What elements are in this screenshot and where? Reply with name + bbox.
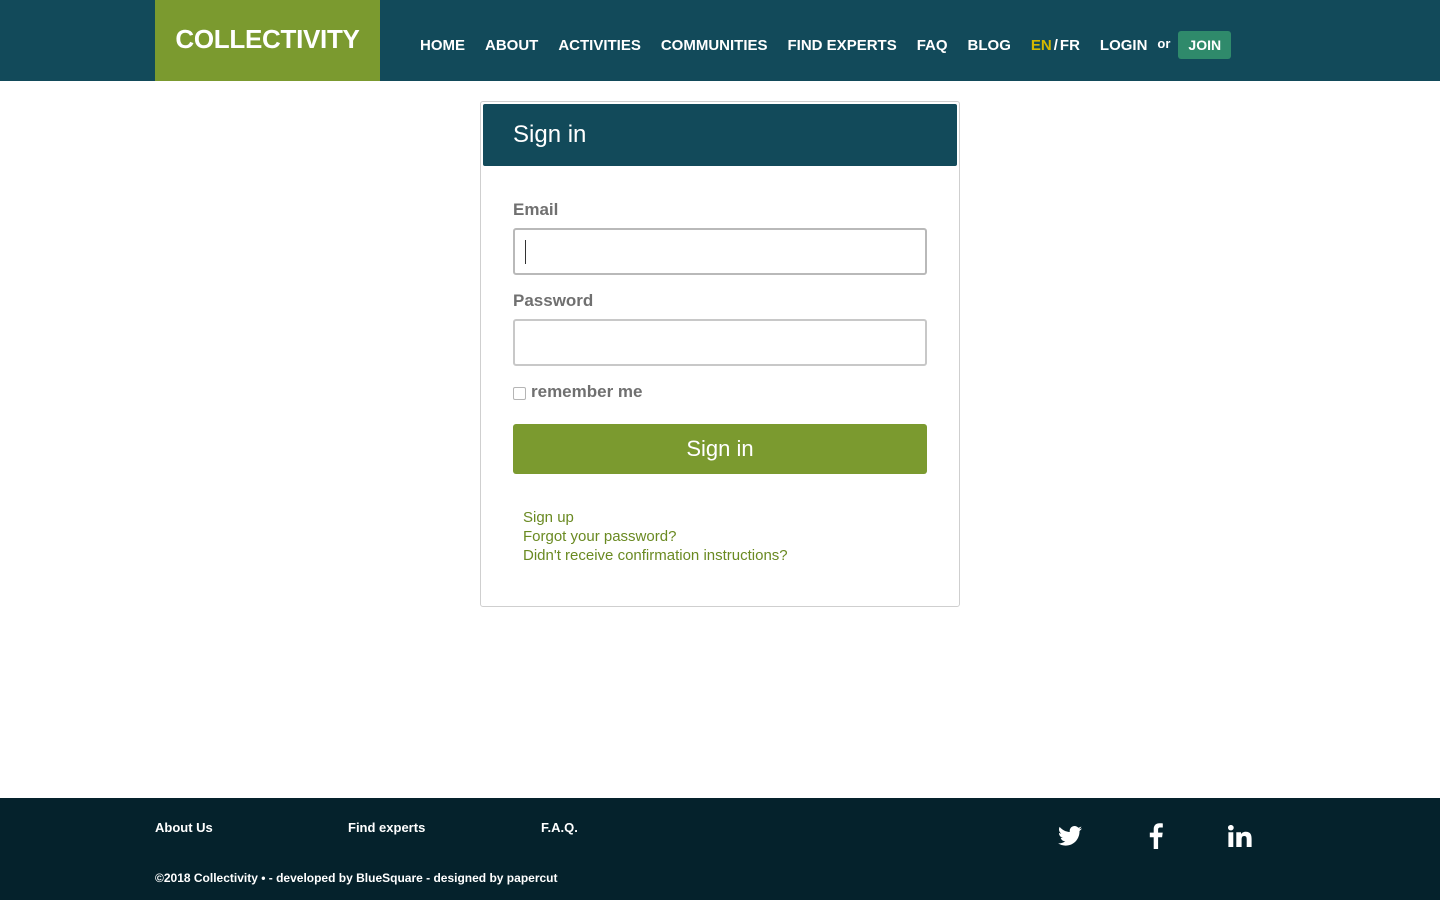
- signin-card: Sign in Email Password remember me Sign …: [480, 101, 960, 607]
- facebook-icon[interactable]: [1142, 822, 1170, 850]
- confirmation-instructions-link[interactable]: Didn't receive confirmation instructions…: [523, 546, 788, 565]
- language-switcher: EN / FR: [1031, 37, 1080, 54]
- linkedin-icon[interactable]: [1226, 822, 1254, 850]
- lang-en-link[interactable]: EN: [1031, 37, 1052, 54]
- email-field[interactable]: [513, 228, 927, 275]
- email-label: Email: [513, 200, 559, 219]
- or-text: or: [1157, 35, 1171, 51]
- signin-button[interactable]: Sign in: [513, 424, 927, 474]
- nav-about-link[interactable]: ABOUT: [485, 37, 538, 54]
- copyright-text: ©2018 Collectivity • - developed by Blue…: [155, 871, 558, 885]
- remember-me-label[interactable]: remember me: [531, 382, 643, 402]
- remember-me-checkbox[interactable]: [513, 387, 526, 400]
- top-navbar: COLLECTIVITY HOME ABOUT ACTIVITIES COMMU…: [0, 0, 1440, 81]
- footer-faq-link[interactable]: F.A.Q.: [541, 820, 578, 835]
- nav-find-experts-link[interactable]: FIND EXPERTS: [788, 37, 897, 54]
- login-link[interactable]: LOGIN: [1100, 37, 1148, 54]
- nav-home-link[interactable]: HOME: [420, 37, 465, 54]
- footer-about-link[interactable]: About Us: [155, 820, 213, 835]
- forgot-password-link[interactable]: Forgot your password?: [523, 527, 788, 546]
- main-nav: HOME ABOUT ACTIVITIES COMMUNITIES FIND E…: [410, 30, 1232, 60]
- lang-separator: /: [1053, 36, 1058, 54]
- nav-blog-link[interactable]: BLOG: [968, 37, 1011, 54]
- footer: About Us Find experts F.A.Q. ©2018 Colle…: [0, 798, 1440, 900]
- signup-link[interactable]: Sign up: [523, 508, 788, 527]
- twitter-icon[interactable]: [1056, 822, 1084, 850]
- site-logo[interactable]: COLLECTIVITY: [155, 0, 380, 81]
- nav-faq-link[interactable]: FAQ: [917, 37, 948, 54]
- password-field[interactable]: [513, 319, 927, 366]
- nav-activities-link[interactable]: ACTIVITIES: [558, 37, 641, 54]
- lang-fr-link[interactable]: FR: [1060, 37, 1080, 54]
- footer-find-experts-link[interactable]: Find experts: [348, 820, 425, 835]
- text-caret: [525, 240, 526, 264]
- join-button[interactable]: JOIN: [1178, 31, 1232, 59]
- password-label: Password: [513, 291, 594, 310]
- nav-communities-link[interactable]: COMMUNITIES: [661, 37, 768, 54]
- remember-me-row: remember me: [513, 382, 643, 402]
- signin-links: Sign up Forgot your password? Didn't rec…: [523, 508, 788, 565]
- signin-title: Sign in: [483, 104, 957, 166]
